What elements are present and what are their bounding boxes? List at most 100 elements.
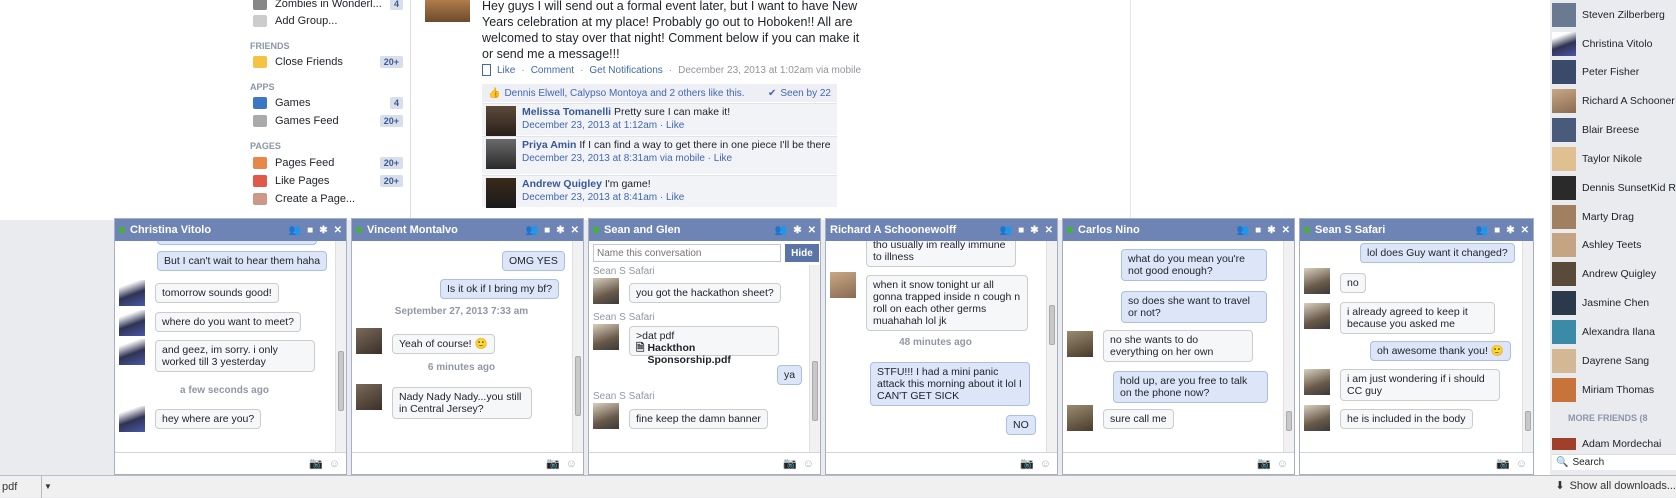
video-call-icon[interactable]: ■ — [1255, 225, 1261, 236]
gear-icon[interactable]: ✱ — [319, 225, 327, 236]
comment-author[interactable]: Melissa Tomanelli — [522, 106, 611, 118]
gear-icon[interactable]: ✱ — [1267, 225, 1275, 236]
comment-author[interactable]: Priya Amin — [522, 139, 576, 151]
chat-window-carlos[interactable]: Carlos Nino 👥 ■ ✱ ✕ what do you mean you're … — [1062, 218, 1295, 475]
add-friends-icon[interactable]: 👥 — [526, 225, 538, 236]
friend-item[interactable]: Miriam Thomas — [1552, 377, 1676, 403]
friend-item[interactable]: Dennis SunsetKid R... — [1552, 175, 1676, 201]
chat-titlebar[interactable]: Richard A Schoonewolff 👥 ■ ✱ ✕ — [826, 219, 1057, 241]
chat-messages[interactable]: Hide Sean S Safari you got the hackathon… — [589, 241, 820, 452]
camera-icon[interactable]: 📷 — [1496, 457, 1510, 470]
show-all-downloads[interactable]: ⬇ Show all downloads... — [1555, 479, 1676, 493]
chat-composer[interactable]: 📷 ☺ — [1063, 452, 1294, 474]
camera-icon[interactable]: 📷 — [783, 457, 797, 470]
friend-item[interactable]: Peter Fisher — [1552, 59, 1676, 85]
chat-titlebar[interactable]: Vincent Montalvo 👥 ■ ✱ ✕ — [352, 219, 583, 241]
contact-avatar[interactable] — [1304, 405, 1330, 431]
nav-item-close-friends[interactable]: Close Friends 20+ — [253, 53, 403, 71]
camera-icon[interactable]: 📷 — [1257, 457, 1271, 470]
chat-title[interactable]: Vincent Montalvo — [367, 224, 526, 236]
nav-item-games-feed[interactable]: Games Feed 20+ — [253, 112, 403, 130]
friend-item[interactable]: Christina Vitolo — [1552, 31, 1676, 57]
nav-item-like-pages[interactable]: Like Pages 20+ — [253, 172, 403, 190]
chat-window-christina[interactable]: Christina Vitolo 👥 ■ ✱ ✕ But I can't wait to… — [114, 218, 347, 475]
scrollbar[interactable] — [572, 241, 583, 452]
chat-composer[interactable]: 📷 ☺ — [1300, 452, 1533, 474]
chat-titlebar[interactable]: Sean S Safari 👥 ■ ✱ ✕ — [1300, 219, 1533, 241]
friend-item[interactable]: Blair Breese — [1552, 117, 1676, 143]
emoticon-icon[interactable]: ☺ — [566, 458, 577, 470]
contact-avatar[interactable] — [593, 403, 619, 429]
add-friends-icon[interactable]: 👥 — [1237, 225, 1249, 236]
camera-icon[interactable]: 📷 — [1020, 457, 1034, 470]
chat-title[interactable]: Richard A Schoonewolff — [830, 224, 1000, 236]
nav-item-pages-feed[interactable]: Pages Feed 20+ — [253, 154, 403, 172]
comment-avatar[interactable] — [486, 139, 516, 169]
chat-composer[interactable]: 📷 ☺ — [826, 452, 1057, 474]
scrollbar-thumb[interactable] — [1286, 411, 1292, 431]
contact-avatar[interactable] — [1304, 303, 1330, 329]
emoticon-icon[interactable]: ☺ — [329, 458, 340, 470]
close-icon[interactable]: ✕ — [571, 225, 579, 236]
chat-titlebar[interactable]: Sean and Glen 👥 ✱ ✕ — [589, 219, 820, 241]
contact-avatar[interactable] — [1304, 369, 1330, 395]
scrollbar-thumb[interactable] — [575, 356, 581, 416]
contact-avatar[interactable] — [356, 384, 382, 410]
friend-item[interactable]: Richard A Schooner — [1552, 88, 1676, 114]
contact-avatar[interactable] — [1067, 405, 1093, 431]
emoticon-icon[interactable]: ☺ — [1277, 458, 1288, 470]
contact-avatar[interactable] — [119, 406, 145, 432]
likers-text[interactable]: Dennis Elwell, Calypso Montoya and 2 oth… — [504, 88, 764, 99]
comment-avatar[interactable] — [486, 106, 516, 136]
video-call-icon[interactable]: ■ — [307, 225, 313, 236]
contact-avatar[interactable] — [119, 339, 145, 365]
emoticon-icon[interactable]: ☺ — [803, 458, 814, 470]
chat-window-sean[interactable]: Sean S Safari 👥 ■ ✱ ✕ lol does Guy want it c… — [1299, 218, 1534, 475]
friend-item[interactable]: Steven Zilberberg — [1552, 2, 1676, 28]
scrollbar[interactable] — [335, 241, 346, 452]
gear-icon[interactable]: ✱ — [1506, 225, 1514, 236]
friend-item[interactable]: Dayrene Sang — [1552, 348, 1676, 374]
friend-item[interactable]: Andrew Quigley — [1552, 261, 1676, 287]
scrollbar[interactable] — [1046, 241, 1057, 452]
scrollbar-thumb[interactable] — [338, 351, 344, 411]
scrollbar[interactable] — [1283, 241, 1294, 452]
friend-item[interactable]: Taylor Nikole — [1552, 146, 1676, 172]
close-icon[interactable]: ✕ — [1521, 225, 1529, 236]
add-friends-icon[interactable]: 👥 — [1000, 225, 1012, 236]
contact-avatar[interactable] — [830, 272, 856, 298]
contact-avatar[interactable] — [593, 324, 619, 350]
chat-composer[interactable]: 📷 ☺ — [352, 452, 583, 474]
scrollbar-thumb[interactable] — [1525, 411, 1531, 431]
chat-messages[interactable]: what do you mean you're not good enough?… — [1063, 241, 1294, 452]
close-icon[interactable]: ✕ — [334, 225, 342, 236]
seen-by[interactable]: Seen by 22 — [780, 88, 831, 99]
close-icon[interactable]: ✕ — [808, 225, 816, 236]
chat-window-sean-and-glen[interactable]: Sean and Glen👥 ✱ ✕ Hide Sean S Safari you … — [588, 218, 821, 475]
contact-avatar[interactable] — [119, 310, 145, 336]
gear-icon[interactable]: ✱ — [1030, 225, 1038, 236]
hide-button[interactable]: Hide — [785, 244, 819, 262]
add-friends-icon[interactable]: 👥 — [289, 225, 301, 236]
friend-item[interactable]: Alexandra Ilana — [1552, 319, 1676, 345]
chat-titlebar[interactable]: Christina Vitolo 👥 ■ ✱ ✕ — [115, 219, 346, 241]
chat-titlebar[interactable]: Carlos Nino 👥 ■ ✱ ✕ — [1063, 219, 1294, 241]
friend-item[interactable]: Jasmine Chen — [1552, 290, 1676, 316]
close-icon[interactable]: ✕ — [1045, 225, 1053, 236]
chat-composer[interactable]: 📷 ☺ — [589, 452, 820, 474]
comment-meta[interactable]: December 23, 2013 at 8:31am via mobile ·… — [522, 152, 831, 165]
download-item[interactable]: pdf — [0, 475, 42, 498]
chat-title[interactable]: Carlos Nino — [1078, 224, 1237, 236]
scrollbar-thumb[interactable] — [1049, 305, 1055, 345]
file-attachment[interactable]: 🗎 Hackthon Sponsorship.pdf — [636, 342, 772, 366]
contact-avatar[interactable] — [119, 280, 145, 306]
chat-window-richard[interactable]: Richard A Schoonewolff 👥 ■ ✱ ✕ tho usually i… — [825, 218, 1058, 475]
friend-item[interactable]: Adam Mordechai — [1552, 434, 1676, 454]
nav-item-games[interactable]: Games 4 — [253, 94, 403, 112]
contact-avatar[interactable] — [593, 278, 619, 304]
scrollbar-thumb[interactable] — [812, 361, 818, 421]
comment-author[interactable]: Andrew Quigley — [522, 178, 602, 190]
chat-title[interactable]: Sean S Safari — [1315, 224, 1476, 236]
contact-avatar[interactable] — [356, 328, 382, 354]
contact-avatar[interactable] — [1304, 268, 1330, 294]
